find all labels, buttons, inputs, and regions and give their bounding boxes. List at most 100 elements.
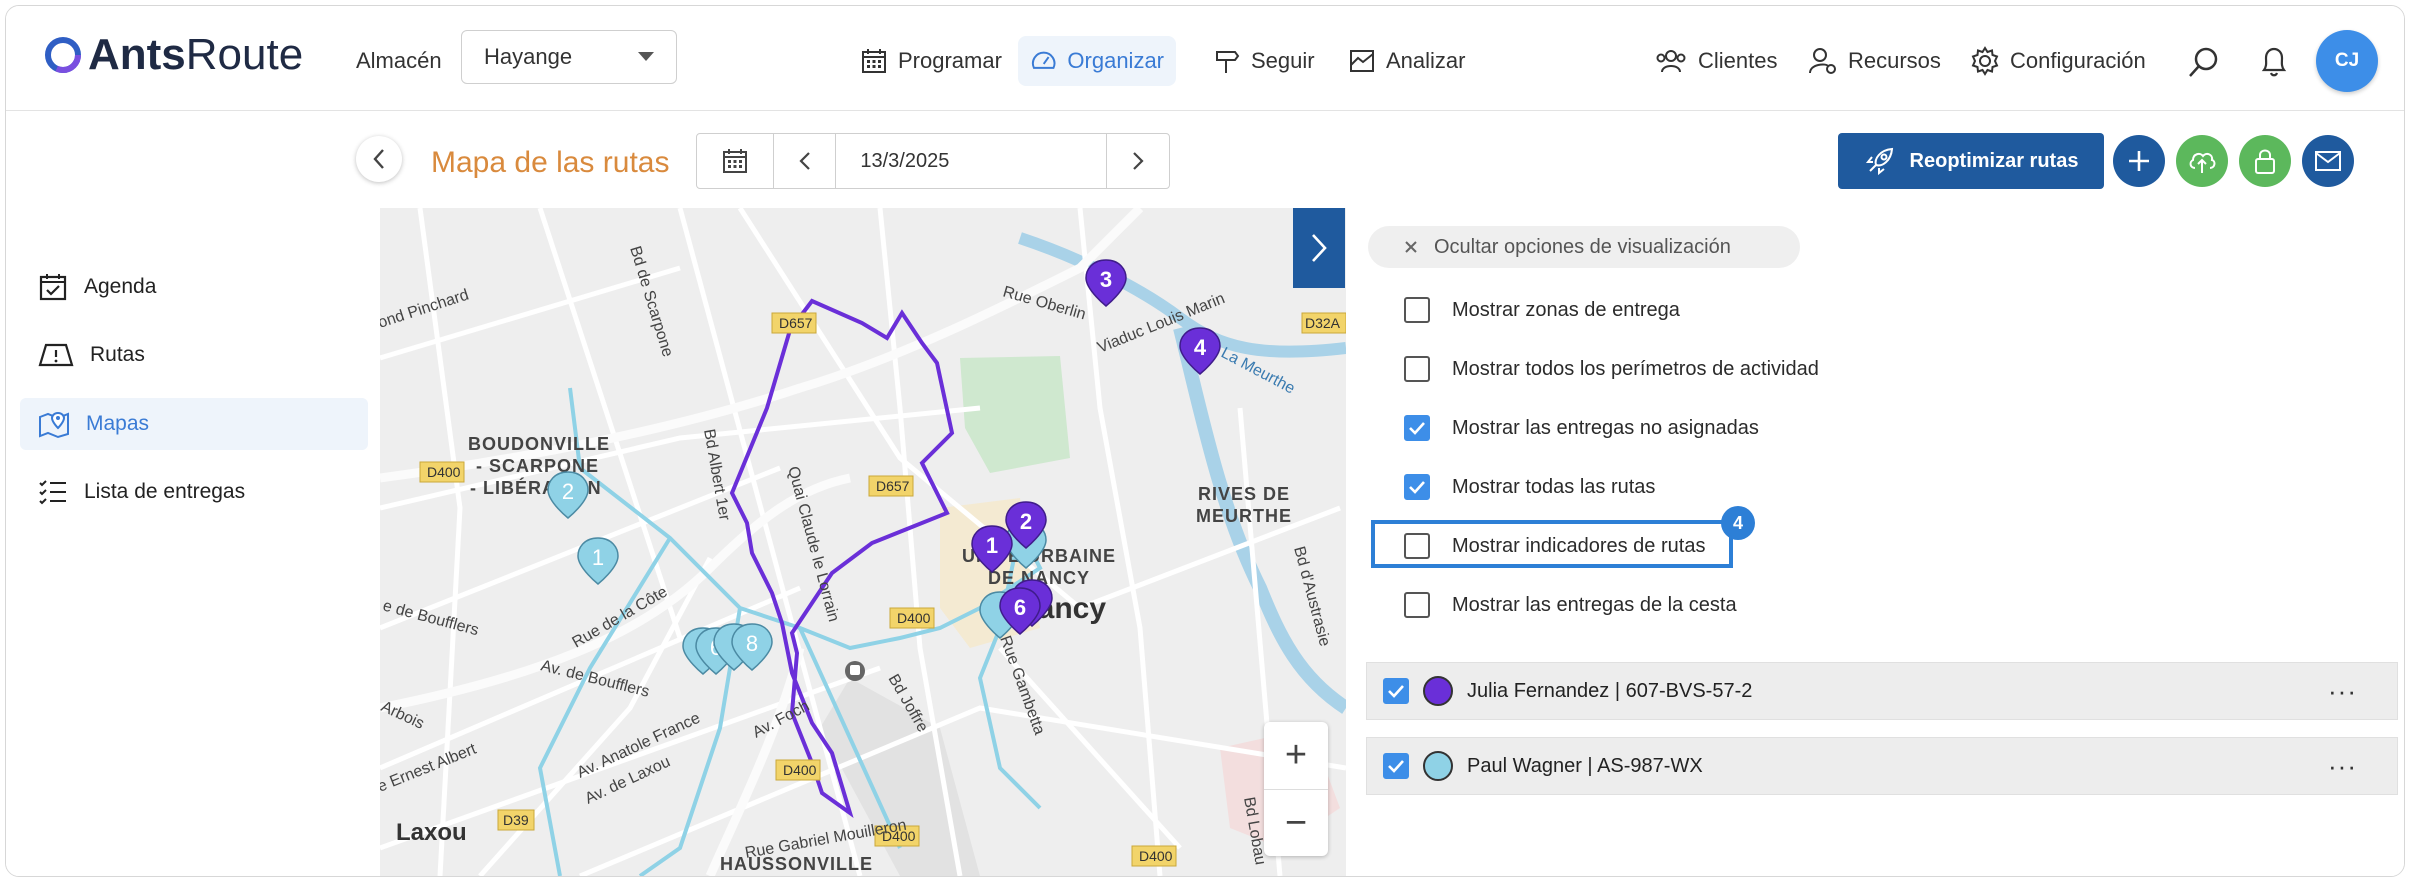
option-activity-perimeters[interactable]: Mostrar todos los perímetros de activida…	[1404, 349, 1819, 389]
sidebar-item-lista-de-entregas[interactable]: Lista de entregas	[20, 466, 368, 518]
train-station-icon	[845, 661, 865, 681]
option-basket-deliveries[interactable]: Mostrar las entregas de la cesta	[1404, 585, 1737, 625]
nav-recursos[interactable]: Recursos	[1796, 36, 1953, 86]
chevron-right-icon	[1312, 234, 1327, 262]
nav-label: Organizar	[1067, 48, 1164, 73]
nav-label: Programar	[898, 48, 1002, 73]
checkbox[interactable]	[1404, 592, 1430, 618]
reoptimize-routes-button[interactable]: Reoptimizar rutas	[1838, 133, 2104, 189]
gauge-icon	[1031, 51, 1056, 69]
calendar-check-icon	[39, 274, 67, 301]
label-haussonville: HAUSSONVILLE	[720, 854, 873, 874]
zoom-out-button[interactable]: −	[1264, 790, 1328, 857]
antsroute-logo[interactable]: Ants Route	[44, 30, 303, 80]
sidebar-item-rutas[interactable]: Rutas	[20, 329, 368, 381]
reoptimize-label: Reoptimizar rutas	[1909, 149, 2079, 172]
label-boudonville: BOUDONVILLE	[468, 434, 610, 454]
svg-text:6: 6	[1014, 595, 1026, 620]
lock-icon	[2255, 149, 2275, 174]
route-map[interactable]: D657 D657 D400 D D400 D400 D400 D400 D32…	[380, 208, 1346, 876]
checkbox[interactable]	[1404, 297, 1430, 323]
search-button[interactable]	[2184, 42, 2224, 82]
option-all-routes[interactable]: Mostrar todas las rutas	[1404, 467, 1655, 507]
check-icon	[1409, 481, 1425, 494]
user-avatar[interactable]: CJ	[2316, 30, 2378, 92]
previous-date-button[interactable]	[774, 134, 837, 188]
store-select-value: Hayange	[484, 44, 573, 69]
hide-display-options-button[interactable]: Ocultar opciones de visualización	[1368, 226, 1800, 268]
map-pin-icon	[39, 411, 69, 439]
logo-icon	[45, 37, 81, 73]
add-button[interactable]	[2113, 135, 2165, 187]
nav-label: Configuración	[2010, 48, 2146, 73]
svg-text:D39: D39	[503, 812, 529, 828]
svg-text:D32A: D32A	[1305, 315, 1341, 331]
svg-text:8: 8	[746, 631, 758, 656]
checkbox[interactable]	[1404, 415, 1430, 441]
nav-seguir[interactable]: Seguir	[1201, 36, 1327, 86]
page-title: Mapa de las rutas	[431, 146, 670, 179]
nav-configuracion[interactable]: Configuración	[1958, 36, 2158, 86]
gear-icon	[1971, 46, 1999, 76]
label-rives: RIVES DE	[1198, 484, 1290, 504]
svg-text:1: 1	[986, 533, 998, 558]
signpost-icon	[1216, 51, 1240, 73]
checkbox[interactable]	[1383, 678, 1409, 704]
svg-text:D657: D657	[876, 478, 910, 494]
label-scarpone: - SCARPONE	[476, 456, 599, 476]
option-delivery-zones[interactable]: Mostrar zonas de entrega	[1404, 290, 1680, 330]
logo-text-light: Route	[185, 30, 304, 79]
app-window: Ants Route Almacén Hayange Programar Orga…	[5, 5, 2405, 877]
sidebar-item-mapas[interactable]: Mapas	[20, 398, 368, 450]
lock-button[interactable]	[2239, 135, 2291, 187]
svg-text:D400: D400	[427, 464, 461, 480]
cloud-upload-button[interactable]	[2176, 135, 2228, 187]
option-label: Mostrar todos los perímetros de activida…	[1452, 357, 1819, 380]
nav-clientes[interactable]: Clientes	[1642, 36, 1789, 86]
check-icon	[1388, 685, 1404, 698]
nav-programar[interactable]: Programar	[848, 36, 1014, 86]
route-warning-icon	[38, 343, 74, 367]
toggle-panel-button[interactable]	[1293, 208, 1345, 288]
calendar-button[interactable]	[697, 134, 774, 188]
option-label: Mostrar zonas de entrega	[1452, 298, 1680, 321]
option-unassigned-deliveries[interactable]: Mostrar las entregas no asignadas	[1404, 408, 1759, 448]
checkbox[interactable]	[1383, 753, 1409, 779]
option-label: Mostrar las entregas de la cesta	[1452, 593, 1737, 616]
resources-icon	[1809, 48, 1836, 74]
checkbox[interactable]	[1404, 474, 1430, 500]
rocket-icon	[1865, 147, 1893, 176]
checklist-icon	[39, 480, 66, 505]
svg-text:3: 3	[1100, 267, 1112, 292]
notifications-button[interactable]	[2254, 42, 2294, 82]
sidebar-item-label: Agenda	[84, 275, 157, 298]
route-row[interactable]: Paul Wagner | AS-987-WX ···	[1366, 737, 2398, 795]
store-select[interactable]: Hayange	[461, 30, 677, 84]
route-row[interactable]: Julia Fernandez | 607-BVS-57-2 ···	[1366, 662, 2398, 720]
tutorial-step-badge: 4	[1721, 506, 1755, 540]
tutorial-highlight	[1371, 520, 1733, 568]
more-options-button[interactable]: ···	[2328, 676, 2357, 707]
close-icon	[1405, 241, 1417, 253]
zoom-in-button[interactable]: +	[1264, 722, 1328, 790]
plus-icon	[2129, 151, 2149, 171]
label-meurthe-district: MEURTHE	[1196, 506, 1292, 526]
nav-label: Clientes	[1698, 48, 1778, 73]
svg-text:1: 1	[592, 545, 604, 570]
store-label: Almacén	[356, 48, 442, 73]
cloud-upload-icon	[2189, 152, 2216, 173]
map-canvas[interactable]: D657 D657 D400 D D400 D400 D400 D400 D32…	[380, 208, 1346, 876]
checkbox[interactable]	[1404, 356, 1430, 382]
email-button[interactable]	[2302, 135, 2354, 187]
nav-organizar[interactable]: Organizar	[1018, 36, 1176, 86]
more-options-button[interactable]: ···	[2328, 751, 2357, 782]
svg-text:D400: D400	[1139, 848, 1173, 864]
sidebar-item-agenda[interactable]: Agenda	[20, 261, 368, 313]
chevron-down-icon	[638, 52, 654, 61]
sidebar-item-label: Mapas	[86, 412, 150, 435]
date-value[interactable]: 13/3/2025	[836, 134, 1108, 188]
svg-text:D657: D657	[779, 315, 813, 331]
next-date-button[interactable]	[1107, 134, 1169, 188]
nav-analizar[interactable]: Analizar	[1336, 36, 1477, 86]
collapse-sidebar-button[interactable]	[356, 136, 402, 182]
